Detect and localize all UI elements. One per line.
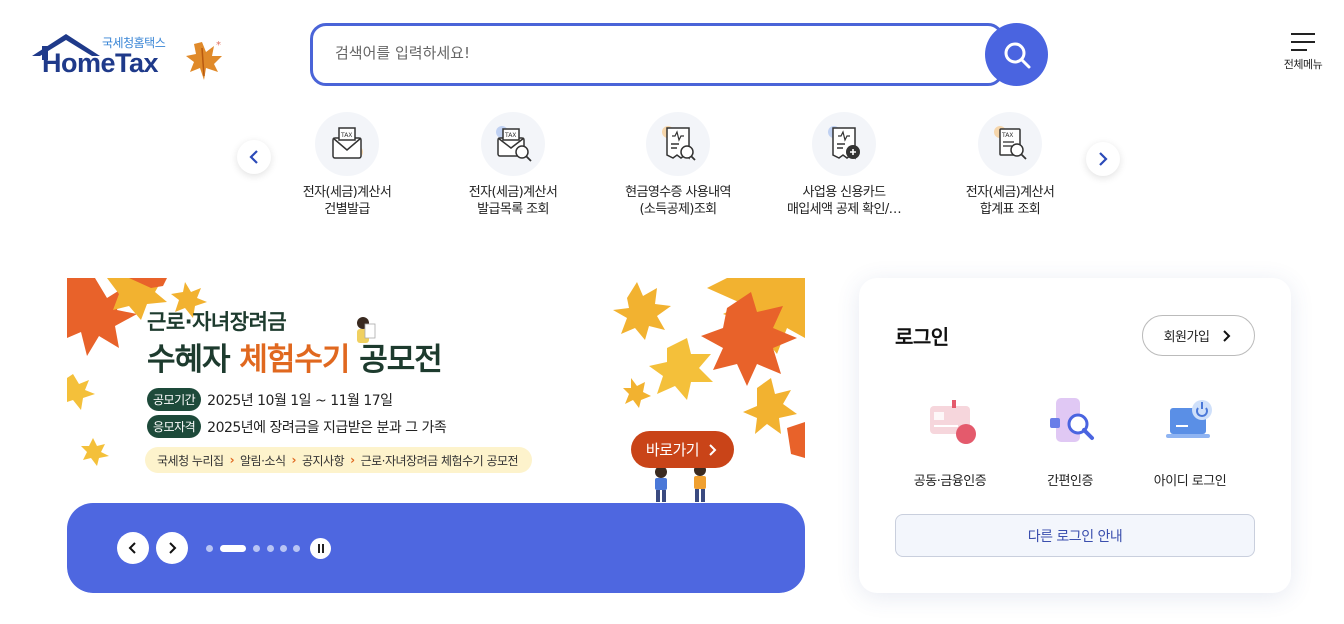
banner-title: 수혜자 체험수기 공모전 [147, 334, 443, 379]
all-menu-button[interactable]: 전체메뉴 [1278, 30, 1328, 80]
chevron-right-icon [1099, 152, 1108, 166]
receipt-icon [646, 112, 710, 176]
banner-subtitle: 근로·자녀장려금 [147, 310, 287, 334]
card-receipt-icon [812, 112, 876, 176]
hometax-logo[interactable]: 국세청홈택스 HomeTax * [30, 30, 230, 84]
other-login-label: 다른 로그인 안내 [1027, 528, 1123, 545]
search-input[interactable] [335, 44, 935, 62]
banner-controls [67, 503, 805, 593]
chevron-right-icon [169, 542, 177, 554]
breadcrumb-separator: › [350, 453, 355, 467]
go-label: 바로가기 [645, 441, 700, 459]
certificate-login-option[interactable]: 공동·금융인증 [895, 396, 1005, 489]
slide-dot[interactable] [280, 545, 287, 552]
chevron-right-icon [1223, 329, 1231, 342]
quick-menu-label: 전자(세금)계산서 건별발급 [302, 185, 392, 217]
svg-text:TAX: TAX [504, 132, 516, 139]
banner-title-part: 수혜자 [147, 342, 240, 378]
svg-text:*: * [216, 40, 221, 51]
all-menu-label: 전체메뉴 [1283, 58, 1323, 71]
search-box[interactable] [310, 23, 1004, 86]
quick-menu-item[interactable]: 사업용 신용카드 매입세액 공제 확인/… [769, 112, 919, 218]
quick-menu-label: 전자(세금)계산서 합계표 조회 [965, 185, 1055, 217]
login-option-label: 공동·금융인증 [913, 474, 987, 489]
join-label: 회원가입 [1163, 330, 1210, 345]
banner-pause-button[interactable] [310, 538, 331, 559]
phone-search-icon [1050, 398, 1094, 442]
breadcrumb-separator: › [291, 453, 297, 467]
svg-text:TAX: TAX [1001, 132, 1013, 139]
summary-search-icon: TAX [978, 112, 1042, 176]
join-button[interactable]: 회원가입 [1142, 315, 1255, 356]
banner-tag: 공모기간 [147, 388, 202, 411]
hamburger-icon [1291, 33, 1315, 51]
slide-dot[interactable] [206, 545, 213, 552]
id-login-option[interactable]: 아이디 로그인 [1135, 396, 1245, 489]
slide-dot[interactable] [267, 545, 274, 552]
breadcrumb-item: 국세청 누리집 [157, 453, 224, 468]
chevron-left-icon [128, 542, 136, 554]
banner-image: 근로·자녀장려금 수혜자 체험수기 공모전 공모기간 2025년 10월 1일 … [67, 278, 805, 510]
simple-auth-login-option[interactable]: 간편인증 [1015, 396, 1125, 489]
chevron-right-icon [709, 443, 717, 456]
breadcrumb-separator: › [229, 453, 235, 467]
banner-next-button[interactable] [156, 532, 188, 564]
promo-banner[interactable]: 근로·자녀장려금 수혜자 체험수기 공모전 공모기간 2025년 10월 1일 … [67, 278, 805, 593]
banner-title-part: 공모전 [349, 342, 443, 378]
search-button[interactable] [985, 23, 1048, 86]
banner-title-highlight: 체험수기 [239, 342, 350, 378]
chevron-left-icon [249, 150, 258, 164]
certificate-icon [930, 400, 976, 444]
quick-menu-item[interactable]: TAX 전자(세금)계산서 건별발급 [272, 112, 422, 218]
tax-invoice-search-icon: TAX [481, 112, 545, 176]
quick-menu-next-button[interactable] [1086, 142, 1120, 176]
logo-text: HomeTax [42, 48, 159, 78]
quick-menu-item[interactable]: 현금영수증 사용내역 (소득공제)조회 [603, 112, 753, 218]
slide-dot-active[interactable] [220, 545, 246, 552]
quick-menu-prev-button[interactable] [237, 140, 271, 174]
quick-menu-label: 사업용 신용카드 매입세액 공제 확인/… [786, 185, 902, 217]
banner-period: 2025년 10월 1일 ~ 11월 17일 [207, 392, 393, 409]
breadcrumb-item: 알림·소식 [240, 453, 286, 468]
login-panel: 로그인 회원가입 공동·금융인증 간편인증 아이디 로그인 다른 로그인 안내 [859, 278, 1291, 593]
banner-period-row: 공모기간 2025년 10월 1일 ~ 11월 17일 [147, 388, 393, 411]
pause-icon [317, 544, 324, 553]
svg-text:TAX: TAX [340, 132, 352, 139]
breadcrumb-item: 공지사항 [301, 453, 345, 468]
banner-eligibility: 2025년에 장려금을 지급받은 분과 그 가족 [207, 419, 447, 436]
laptop-power-icon [1166, 400, 1212, 438]
quick-menu-item[interactable]: TAX 전자(세금)계산서 합계표 조회 [935, 112, 1085, 218]
login-option-label: 아이디 로그인 [1153, 474, 1227, 489]
quick-menu-label: 전자(세금)계산서 발급목록 조회 [468, 185, 558, 217]
quick-menu-item[interactable]: TAX 전자(세금)계산서 발급목록 조회 [438, 112, 588, 218]
other-login-button[interactable]: 다른 로그인 안내 [895, 514, 1255, 557]
banner-tag: 응모자격 [147, 415, 202, 438]
login-title: 로그인 [895, 325, 949, 349]
banner-prev-button[interactable] [117, 532, 149, 564]
banner-go-button[interactable]: 바로가기 [631, 431, 734, 468]
quick-menu-label: 현금영수증 사용내역 (소득공제)조회 [625, 185, 731, 217]
breadcrumb-item: 근로·자녀장려금 체험수기 공모전 [360, 453, 519, 468]
slide-dot[interactable] [253, 545, 260, 552]
maple-leaf-icon: * [186, 40, 222, 80]
tax-invoice-icon: TAX [315, 112, 379, 176]
banner-breadcrumb: 국세청 누리집 › 알림·소식 › 공지사항 › 근로·자녀장려금 체험수기 공… [145, 447, 533, 473]
login-option-label: 간편인증 [1047, 474, 1093, 489]
search-icon [1004, 42, 1030, 68]
slide-dot[interactable] [293, 545, 300, 552]
banner-eligibility-row: 응모자격 2025년에 장려금을 지급받은 분과 그 가족 [147, 415, 447, 438]
